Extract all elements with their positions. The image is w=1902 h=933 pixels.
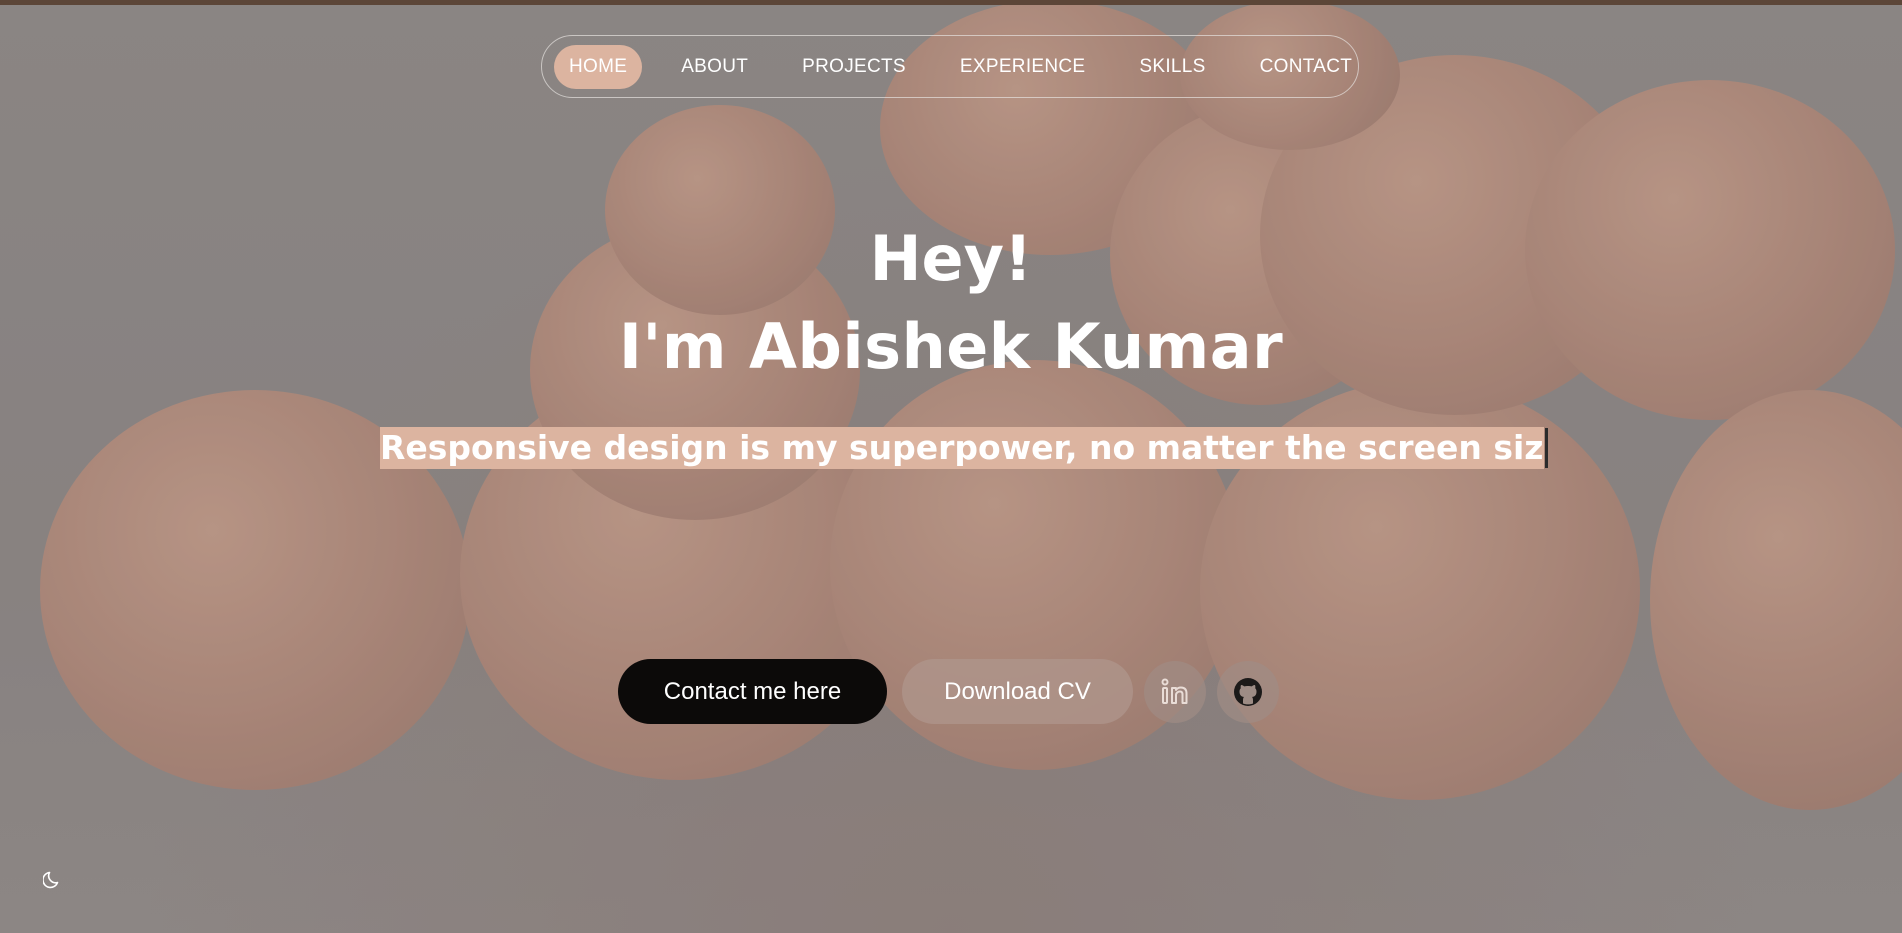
nav-item-skills[interactable]: SKILLS [1124, 45, 1220, 89]
linkedin-button[interactable] [1144, 660, 1206, 723]
linkedin-icon [1159, 676, 1191, 708]
main-nav: HOME ABOUT PROJECTS EXPERIENCE SKILLS CO… [541, 35, 1359, 98]
nav-item-projects[interactable]: PROJECTS [787, 45, 921, 89]
nav-item-experience[interactable]: EXPERIENCE [945, 45, 1100, 89]
hero-name: I'm Abishek Kumar [618, 310, 1284, 383]
contact-me-button[interactable]: Contact me here [618, 659, 887, 724]
hero-tagline-wrap: Responsive design is my superpower, no m… [380, 427, 1548, 469]
github-icon [1232, 676, 1264, 708]
download-cv-button[interactable]: Download CV [902, 659, 1133, 724]
nav-item-contact[interactable]: CONTACT [1245, 45, 1368, 89]
moon-icon [42, 869, 63, 893]
hero-greeting: Hey! [869, 222, 1033, 295]
github-button[interactable] [1217, 660, 1279, 723]
theme-toggle-button[interactable] [40, 868, 66, 894]
top-strip [0, 0, 1902, 5]
hero-actions: Contact me here Download CV [618, 659, 1279, 724]
nav-item-about[interactable]: ABOUT [666, 45, 763, 89]
hero-tagline: Responsive design is my superpower, no m… [380, 427, 1544, 469]
page: HOME ABOUT PROJECTS EXPERIENCE SKILLS CO… [0, 0, 1902, 933]
typing-caret [1544, 428, 1548, 468]
nav-item-home[interactable]: HOME [554, 44, 643, 89]
